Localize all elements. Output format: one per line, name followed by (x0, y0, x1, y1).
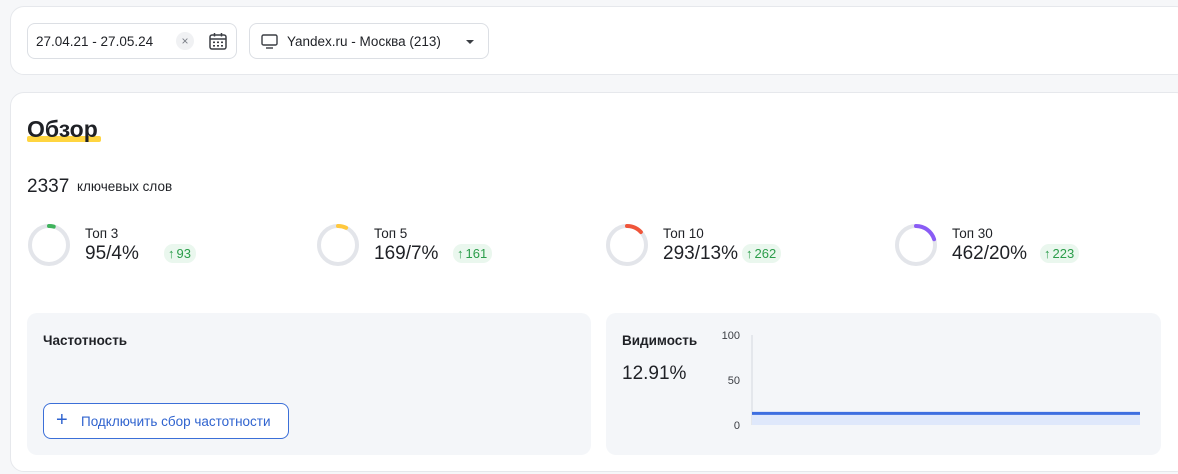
progress-ring (606, 224, 648, 266)
site-region-value: Yandex.ru - Москва (213) (287, 34, 441, 49)
metric-delta-value: 262 (754, 246, 777, 261)
metric-top-10: Топ 10 293/13% ↑ 262 (605, 223, 805, 269)
arrow-up-icon: ↑ (168, 246, 175, 261)
y-tick-label: 50 (728, 375, 740, 387)
metric-delta-badge: ↑ 223 (1040, 244, 1080, 263)
progress-ring-track (28, 224, 70, 266)
monitor-icon (261, 34, 278, 49)
clear-date-icon[interactable]: × (176, 32, 194, 50)
metric-value: 95/4% (85, 243, 139, 264)
filter-bar: 27.04.21 - 27.05.24 × Yandex.ru - Москва… (10, 6, 1178, 75)
page-title: Обзор (27, 116, 98, 142)
progress-ring (895, 224, 937, 266)
keyword-count-label: ключевых слов (77, 179, 173, 194)
metric-delta-badge: ↑ 262 (742, 244, 782, 263)
connect-frequency-label: Подключить сбор частотности (81, 414, 271, 429)
y-tick-label: 0 (734, 420, 740, 432)
date-range-picker[interactable]: 27.04.21 - 27.05.24 × (27, 23, 237, 59)
connect-frequency-button[interactable]: + Подключить сбор частотности (43, 403, 289, 439)
keyword-count: 2337 (27, 176, 70, 197)
y-tick-label: 100 (722, 330, 740, 342)
visibility-title: Видимость (622, 333, 698, 348)
metric-label: Топ 5 (374, 226, 408, 241)
metric-delta-badge: ↑ 161 (453, 244, 493, 263)
arrow-up-icon: ↑ (457, 246, 464, 261)
plus-icon: + (56, 409, 68, 431)
arrow-up-icon: ↑ (1044, 246, 1051, 261)
metric-label: Топ 30 (952, 226, 993, 241)
metric-delta-value: 93 (176, 246, 191, 261)
date-range-value[interactable]: 27.04.21 - 27.05.24 (36, 34, 153, 49)
visibility-value: 12.91% (622, 363, 687, 384)
visibility-panel: Видимость 12.91% 100 50 0 (606, 313, 1161, 455)
metric-top-3: Топ 3 95/4% ↑ 93 (27, 223, 227, 269)
progress-ring (28, 224, 70, 266)
metric-value: 293/13% (663, 243, 739, 264)
metric-label: Топ 10 (663, 226, 704, 241)
metric-label: Топ 3 (85, 226, 119, 241)
frequency-panel: Частотность + Подключить сбор частотност… (27, 313, 591, 455)
metric-top-30: Топ 30 462/20% ↑ 223 (894, 223, 1094, 269)
metric-delta-value: 223 (1052, 246, 1075, 261)
progress-ring-track (317, 224, 359, 266)
metric-top-5: Топ 5 169/7% ↑ 161 (316, 223, 516, 269)
overview-card: Обзор 2337 ключевых слов Топ 3 95/4% ↑ 93 То… (10, 92, 1178, 472)
visibility-chart: 100 50 0 (722, 330, 1140, 432)
metric-value: 169/7% (374, 243, 439, 264)
frequency-title: Частотность (43, 333, 128, 348)
arrow-up-icon: ↑ (746, 246, 753, 261)
metric-delta-value: 161 (465, 246, 488, 261)
progress-ring (317, 224, 359, 266)
visibility-area (752, 413, 1140, 425)
metric-value: 462/20% (952, 243, 1028, 264)
calendar-icon[interactable] (208, 31, 228, 51)
site-region-select[interactable]: Yandex.ru - Москва (213) (249, 23, 489, 59)
chevron-down-icon (466, 40, 474, 44)
metric-delta-badge: ↑ 93 (164, 244, 196, 263)
